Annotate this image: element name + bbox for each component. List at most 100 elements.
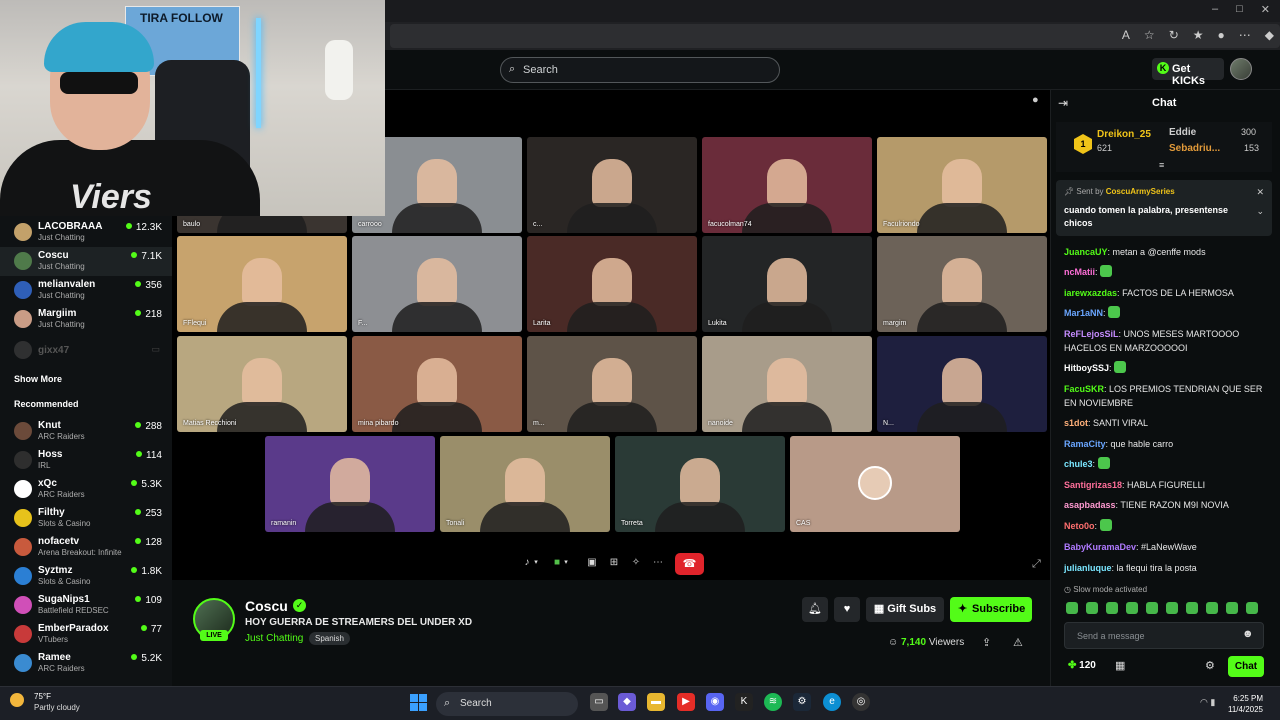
participant-tile[interactable]: Tonali xyxy=(440,436,610,532)
channel-points[interactable]: ✤ 120 xyxy=(1068,660,1096,671)
participant-tile[interactable]: CAS xyxy=(790,436,960,532)
share-icon[interactable]: ⇪ xyxy=(982,636,991,649)
chat-username[interactable]: asapbadass xyxy=(1064,500,1116,510)
participant-tile[interactable]: m... xyxy=(527,336,697,432)
show-more-link[interactable]: Show More xyxy=(14,374,62,384)
emoji-picker-icon[interactable]: ☻ xyxy=(1242,628,1254,640)
get-kicks-button[interactable]: K Get KICKs xyxy=(1152,58,1224,87)
chevron-down-icon[interactable]: ▾ xyxy=(532,552,540,574)
chat-username[interactable]: ncMatii xyxy=(1064,267,1095,277)
sidebar-item-ramee[interactable]: Ramee ARC Raiders 5.2K xyxy=(0,649,172,678)
sidebar-item-emberparadox[interactable]: EmberParadox VTubers 77 xyxy=(0,620,172,649)
chat-bubble-icon[interactable]: ● xyxy=(1032,94,1039,106)
sidebar-item-lacobraaa[interactable]: LACOBRAAA Just Chatting 12.3K xyxy=(0,218,172,247)
unpin-icon[interactable]: ✕ xyxy=(1256,187,1264,198)
emote-icon[interactable] xyxy=(1086,602,1098,614)
participant-tile[interactable]: Lukita xyxy=(702,236,872,332)
sidebar-item-coscu[interactable]: Coscu Just Chatting 7.1K xyxy=(0,247,172,276)
sidebar-item-hoss[interactable]: Hoss IRL 114 xyxy=(0,446,172,475)
participant-tile[interactable]: facucolman74 xyxy=(702,137,872,233)
send-chat-button[interactable]: Chat xyxy=(1228,656,1264,677)
copilot-icon[interactable]: ◆ xyxy=(1265,28,1274,42)
participant-tile[interactable]: margim xyxy=(877,236,1047,332)
leader-1-name[interactable]: Dreikon_25 xyxy=(1097,129,1151,140)
sidebar-item-xqc[interactable]: xQc ARC Raiders 5.3K xyxy=(0,475,172,504)
emote-icon[interactable] xyxy=(1146,602,1158,614)
chat-settings-icon[interactable]: ⚙ xyxy=(1205,659,1215,672)
language-tag[interactable]: Spanish xyxy=(309,632,350,645)
system-tray-icons[interactable]: ◠ ▮ xyxy=(1200,697,1215,708)
collapse-chat-icon[interactable]: ⇥ xyxy=(1058,96,1068,110)
chat-username[interactable]: Neto0o xyxy=(1064,521,1095,531)
gift-icon[interactable]: ▦ xyxy=(1115,659,1125,672)
sidebar-item-syztmz[interactable]: Syztmz Slots & Casino 1.8K xyxy=(0,562,172,591)
kick-app-icon[interactable]: K xyxy=(735,693,753,711)
sidebar-item-filthy[interactable]: Filthy Slots & Casino 253 xyxy=(0,504,172,533)
stream-category[interactable]: Just Chatting xyxy=(245,633,303,644)
chevron-down-icon[interactable]: ⌄ xyxy=(1256,206,1264,217)
favorites-icon[interactable]: ★ xyxy=(1193,28,1204,42)
read-aloud-icon[interactable]: A xyxy=(1122,28,1130,42)
expand-leaderboard-icon[interactable]: ≡ xyxy=(1159,160,1164,170)
follow-heart-button[interactable]: ♥ xyxy=(834,597,860,622)
emote-icon[interactable] xyxy=(1066,602,1078,614)
emote-icon[interactable] xyxy=(1246,602,1258,614)
minimize-icon[interactable]: – xyxy=(1212,3,1218,16)
discord-icon[interactable]: ◉ xyxy=(706,693,724,711)
end-call-button[interactable]: ☎ xyxy=(675,553,704,575)
chat-username[interactable]: ReFLejosSiL xyxy=(1064,329,1119,339)
emote-icon[interactable] xyxy=(1186,602,1198,614)
close-icon[interactable]: ✕ xyxy=(1261,3,1270,16)
chat-username[interactable]: Mar1aNN xyxy=(1064,308,1103,318)
emote-icon[interactable] xyxy=(1106,602,1118,614)
leader-2-name[interactable]: Eddie xyxy=(1169,127,1196,138)
search-input[interactable]: ⌕ Search xyxy=(500,57,780,83)
channel-name[interactable]: Coscu xyxy=(245,598,288,614)
participant-tile[interactable]: Matias Recchioni xyxy=(177,336,347,432)
chat-username[interactable]: RamaCity xyxy=(1064,439,1106,449)
effects-icon[interactable]: ✧ xyxy=(628,552,644,574)
screen-share-icon[interactable]: ▣ xyxy=(584,552,600,574)
user-avatar[interactable] xyxy=(1230,58,1252,80)
subscribe-button[interactable]: ✦ Subscribe xyxy=(950,597,1032,622)
notification-bell-button[interactable]: 🔔︎ xyxy=(802,597,828,622)
participant-tile[interactable]: c... xyxy=(527,137,697,233)
address-bar[interactable]: A ☆ ↻ ★ ● ⋯ ◆ xyxy=(390,24,1280,48)
chat-username[interactable]: BabyKuramaDev xyxy=(1064,542,1136,552)
sidebar-item-offline[interactable]: gixx47 ▭ xyxy=(0,336,172,365)
chevron-down-icon[interactable]: ▾ xyxy=(562,552,570,574)
layout-grid-icon[interactable]: ⊞ xyxy=(606,552,622,574)
fullscreen-icon[interactable]: ⤢ xyxy=(1032,558,1041,571)
task-view-icon[interactable]: ▭ xyxy=(590,693,608,711)
emote-icon[interactable] xyxy=(1126,602,1138,614)
more-icon[interactable]: ⋯ xyxy=(1239,28,1251,42)
taskbar-clock[interactable]: 6:25 PM 11/4/2025 xyxy=(1228,693,1263,715)
taskbar-search[interactable]: ⌕ Search xyxy=(436,692,578,716)
participant-tile[interactable]: mina pibardo xyxy=(352,336,522,432)
sidebar-item-melianvalen[interactable]: melianvalen Just Chatting 356 xyxy=(0,276,172,305)
steam-icon[interactable]: ⚙ xyxy=(793,693,811,711)
sidebar-item-knut[interactable]: Knut ARC Raiders 288 xyxy=(0,417,172,446)
more-options-icon[interactable]: ⋯ xyxy=(650,552,666,574)
report-icon[interactable]: ⚠ xyxy=(1013,636,1023,649)
maximize-icon[interactable]: □ xyxy=(1236,3,1243,16)
participant-tile[interactable]: N... xyxy=(877,336,1047,432)
chat-username[interactable]: iarewxazdas xyxy=(1064,288,1117,298)
chat-username[interactable]: FacuSKR xyxy=(1064,384,1104,394)
copilot-app-icon[interactable]: ◆ xyxy=(618,693,636,711)
emote-icon[interactable] xyxy=(1226,602,1238,614)
gift-subs-button[interactable]: ▦ Gift Subs xyxy=(866,597,944,622)
sidebar-item-nofacetv[interactable]: nofacetv Arena Breakout: Infinite 128 xyxy=(0,533,172,562)
emote-icon[interactable] xyxy=(1206,602,1218,614)
chat-username[interactable]: chule3 xyxy=(1064,459,1093,469)
emote-icon[interactable] xyxy=(1166,602,1178,614)
chat-username[interactable]: HitboySSJ xyxy=(1064,363,1109,373)
obs-icon[interactable]: ◎ xyxy=(852,693,870,711)
profile-icon[interactable]: ● xyxy=(1218,28,1225,42)
youtube-icon[interactable]: ▶ xyxy=(677,693,695,711)
leader-3-name[interactable]: Sebadriu... xyxy=(1169,143,1220,154)
chat-message-input[interactable]: Send a message xyxy=(1064,622,1264,649)
edge-icon[interactable]: e xyxy=(823,693,841,711)
spotify-icon[interactable]: ≋ xyxy=(764,693,782,711)
refresh-icon[interactable]: ↻ xyxy=(1169,28,1179,42)
